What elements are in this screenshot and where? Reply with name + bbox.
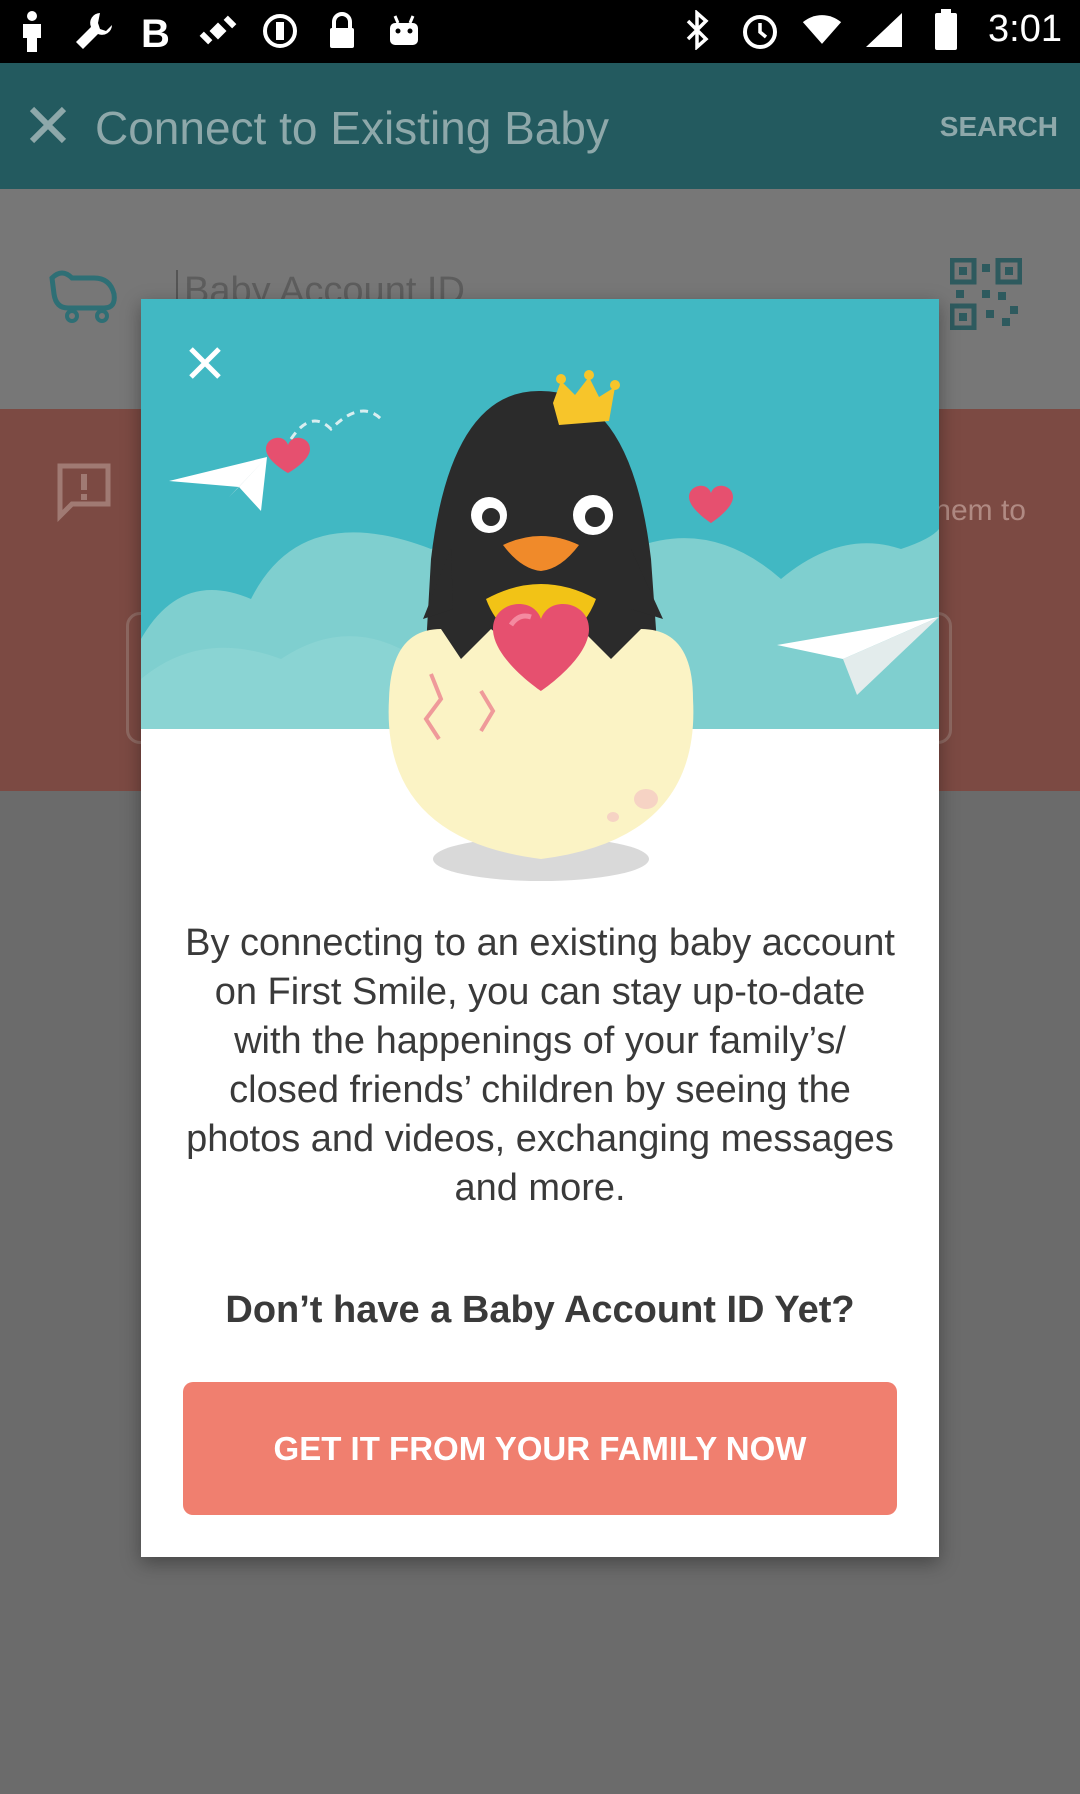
- lock-icon: [322, 10, 362, 52]
- get-it-from-family-button[interactable]: GET IT FROM YOUR FAMILY NOW: [183, 1382, 897, 1515]
- battery-icon: [926, 8, 966, 51]
- dialog-description: By connecting to an existing baby accoun…: [185, 922, 895, 1209]
- wifi-icon: [802, 9, 842, 51]
- close-icon[interactable]: [22, 99, 74, 151]
- svg-text:B: B: [141, 12, 170, 51]
- dnd-icon: [260, 10, 300, 52]
- status-bar: B 3:01: [0, 0, 1080, 63]
- person-icon: [12, 10, 52, 52]
- baby-stroller-icon: [48, 268, 120, 324]
- info-dialog: By connecting to an existing baby accoun…: [141, 299, 939, 1557]
- clock-time: 3:01: [988, 8, 1062, 50]
- search-button[interactable]: SEARCH: [940, 111, 1058, 143]
- app-bar: Connect to Existing Baby SEARCH: [0, 63, 1080, 189]
- wrench-icon: [74, 10, 114, 52]
- hero-illustration: [141, 299, 939, 889]
- bluetooth-icon: [678, 9, 718, 51]
- page-title: Connect to Existing Baby: [95, 102, 609, 154]
- b-icon: B: [136, 10, 176, 52]
- qr-code-icon[interactable]: [949, 257, 1023, 331]
- android-icon: [384, 10, 424, 52]
- alarm-icon: [740, 9, 780, 51]
- banner-text: hem to: [934, 494, 1026, 527]
- feedback-icon: [54, 462, 114, 523]
- dialog-question: Don’t have a Baby Account ID Yet?: [225, 1289, 855, 1331]
- signal-icon: [864, 9, 904, 51]
- close-dialog-icon[interactable]: [181, 339, 229, 387]
- satellite-icon: [198, 10, 238, 52]
